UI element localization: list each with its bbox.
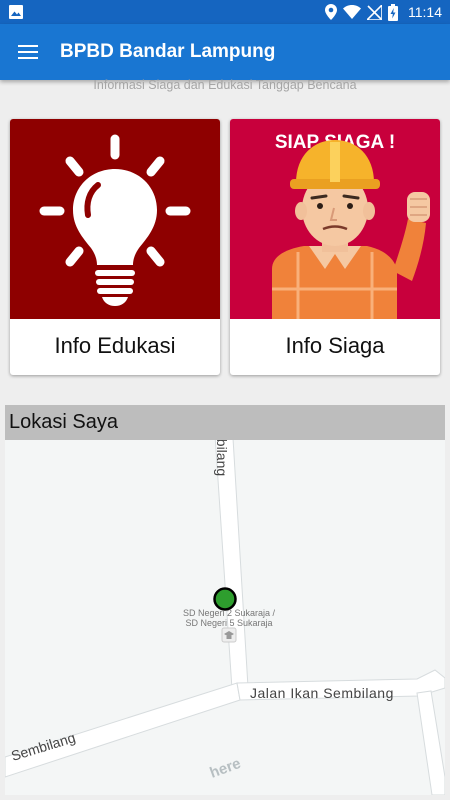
location-marker[interactable] xyxy=(213,587,237,611)
hamburger-menu-icon xyxy=(18,45,38,59)
info-siaga-label: Info Siaga xyxy=(285,333,385,358)
menu-button[interactable] xyxy=(8,32,48,72)
school-icon xyxy=(221,627,237,643)
status-time: 11:14 xyxy=(408,4,442,20)
road-label-horizontal: Jalan Ikan Sembilang xyxy=(250,685,394,701)
info-edukasi-card[interactable]: Info Edukasi xyxy=(10,119,220,375)
map-section: Lokasi Saya Sembilang Jalan Ikan Sembila… xyxy=(5,405,445,795)
battery-charging-icon xyxy=(388,3,398,21)
status-bar: 11:14 xyxy=(0,0,450,24)
map-title: Lokasi Saya xyxy=(9,411,118,433)
no-signal-icon xyxy=(367,4,382,20)
map-view[interactable]: Sembilang Jalan Ikan Sembilang Sembilang… xyxy=(5,405,445,795)
location-icon xyxy=(325,4,337,20)
app-title: BPBD Bandar Lampung xyxy=(60,41,276,62)
status-icons: 11:14 xyxy=(325,0,442,24)
info-edukasi-label: Info Edukasi xyxy=(54,333,176,358)
image-icon xyxy=(9,5,23,19)
app-bar: BPBD Bandar Lampung xyxy=(0,24,450,80)
worker-icon: SIAP SIAGA ! xyxy=(230,119,440,319)
lightbulb-icon xyxy=(10,119,220,319)
wifi-icon xyxy=(343,5,361,19)
poi-label-line2: SD Negeri 5 Sukaraja xyxy=(185,618,272,628)
info-siaga-card[interactable]: SIAP SIAGA ! Info Siaga xyxy=(230,119,440,375)
map-header: Lokasi Saya xyxy=(5,405,445,440)
page-subtitle: Informasi Siaga dan Edukasi Tanggap Benc… xyxy=(93,78,357,92)
